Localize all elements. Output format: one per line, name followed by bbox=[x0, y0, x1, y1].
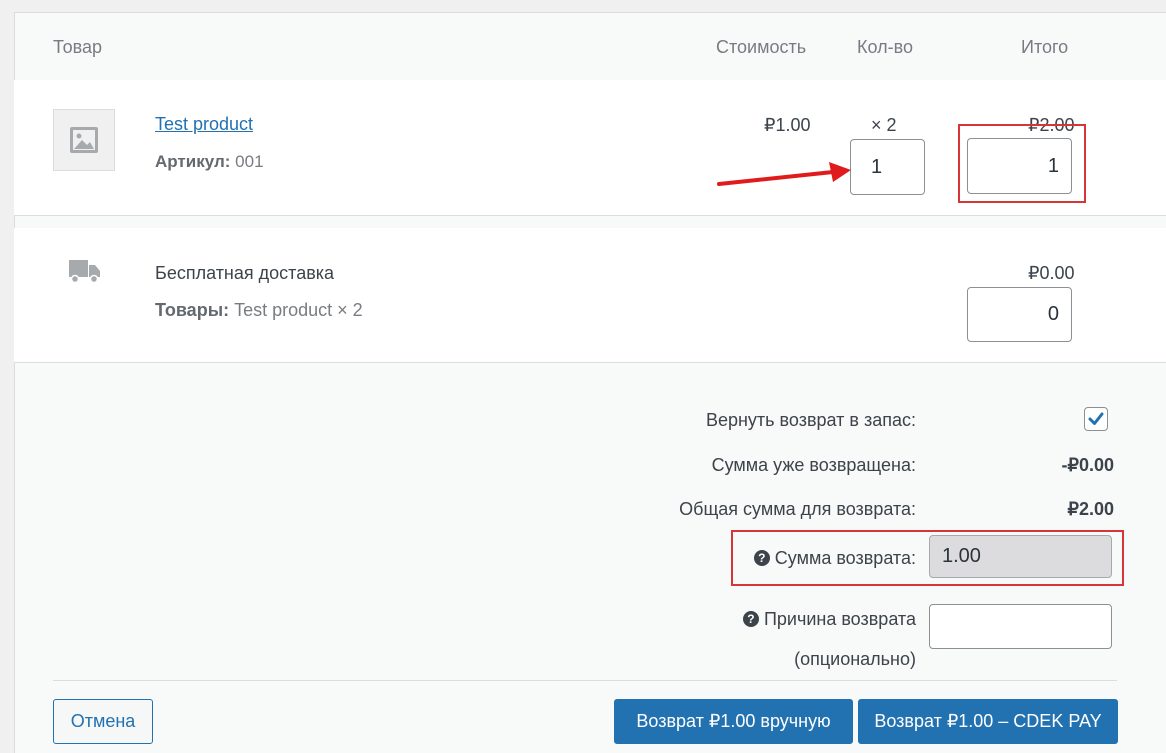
cancel-button[interactable]: Отмена bbox=[53, 699, 153, 744]
highlight-box-line-total bbox=[958, 124, 1086, 203]
actions-divider bbox=[53, 680, 1117, 681]
col-header-cost: Стоимость bbox=[716, 37, 807, 57]
reason-label-wrap: ? Причина возврата (опционально) bbox=[742, 599, 916, 679]
check-icon bbox=[1088, 412, 1104, 425]
shipping-name: Бесплатная доставка bbox=[155, 263, 335, 283]
sku-label: Артикул: bbox=[155, 152, 231, 171]
restock-checkbox[interactable] bbox=[1084, 407, 1108, 431]
reason-label-line2: (опционально) bbox=[794, 649, 916, 669]
restock-label: Вернуть возврат в запас: bbox=[705, 410, 916, 430]
available-label: Общая сумма для возврата: bbox=[679, 499, 916, 519]
highlight-box-refund-amount bbox=[731, 530, 1124, 586]
available-value: ₽2.00 bbox=[1067, 499, 1115, 519]
help-icon[interactable]: ? bbox=[742, 611, 759, 627]
shipping-items-value: Test product × 2 bbox=[234, 300, 363, 320]
col-header-total: Итого bbox=[1021, 37, 1069, 57]
refund-shipping-input[interactable] bbox=[967, 287, 1072, 342]
already-refunded-label: Сумма уже возвращена: bbox=[711, 455, 916, 475]
item-qty: × 2 bbox=[871, 115, 897, 135]
shipping-total: ₽0.00 bbox=[1028, 263, 1075, 283]
reason-label-line1: Причина возврата bbox=[763, 609, 916, 629]
row-divider bbox=[14, 362, 1166, 363]
image-placeholder-icon bbox=[70, 127, 98, 153]
annotation-arrow-icon bbox=[717, 162, 851, 186]
truck-icon bbox=[69, 260, 100, 284]
item-cost: ₽1.00 bbox=[764, 115, 811, 135]
product-link[interactable]: Test product bbox=[155, 114, 253, 135]
gateway-refund-button[interactable]: Возврат ₽1.00 – CDEK PAY bbox=[858, 699, 1118, 744]
shipping-items: Товары: Test product × 2 bbox=[155, 300, 363, 321]
refund-reason-input[interactable] bbox=[929, 604, 1112, 649]
manual-refund-button[interactable]: Возврат ₽1.00 вручную bbox=[614, 699, 853, 744]
row-divider bbox=[14, 215, 1166, 216]
product-sku: Артикул: 001 bbox=[155, 152, 264, 172]
refund-qty-input[interactable] bbox=[850, 139, 925, 195]
col-header-qty: Кол-во bbox=[857, 37, 913, 57]
col-header-product: Товар bbox=[53, 37, 102, 57]
already-refunded-value: -₽0.00 bbox=[1061, 455, 1114, 475]
shipping-items-label: Товары: bbox=[155, 300, 230, 320]
product-thumbnail bbox=[53, 109, 115, 171]
sku-value: 001 bbox=[235, 152, 264, 171]
